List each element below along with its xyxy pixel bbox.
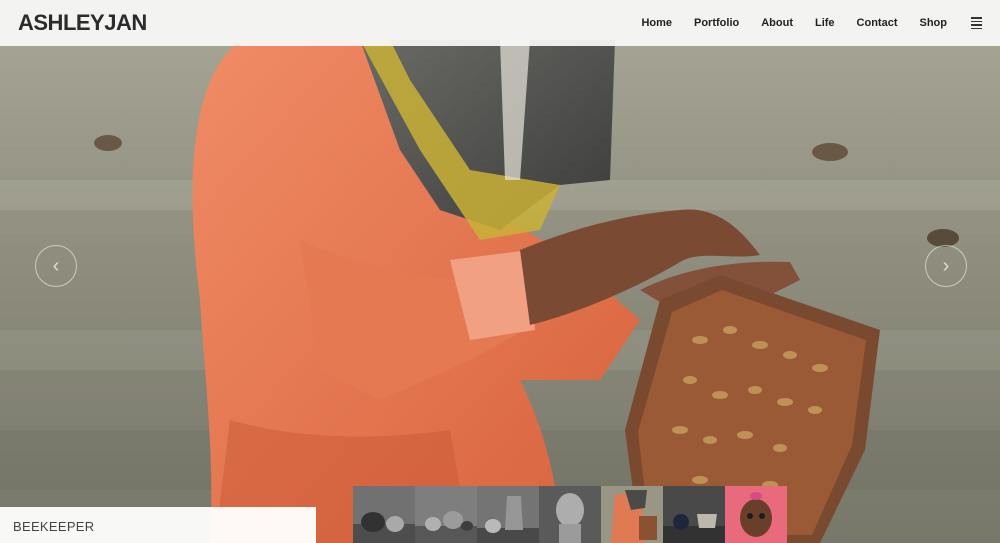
main-nav: Home Portfolio About Life Contact Shop (619, 17, 982, 29)
nav-item-contact[interactable]: Contact (857, 17, 898, 29)
thumbnail-still-life-cup[interactable] (663, 486, 725, 543)
thumbnail-still-life-jug[interactable] (477, 486, 539, 543)
nav-item-home[interactable]: Home (641, 17, 672, 29)
hamburger-icon[interactable] (971, 17, 982, 29)
thumbnail-classical-bust[interactable] (539, 486, 601, 543)
thumbnail-strip (353, 486, 787, 543)
chevron-right-icon[interactable]: › (925, 245, 967, 287)
nav-item-shop[interactable]: Shop (920, 17, 948, 29)
thumbnail-child-portrait[interactable] (725, 486, 787, 543)
thumbnail-still-life-fruit[interactable] (415, 486, 477, 543)
site-header: ASHLEYJAN Home Portfolio About Life Cont… (0, 0, 1000, 46)
nav-item-about[interactable]: About (761, 17, 793, 29)
chevron-left-icon[interactable]: ‹ (35, 245, 77, 287)
slide-caption: BEEKEEPER (0, 507, 316, 543)
thumbnail-beekeeper[interactable] (601, 486, 663, 543)
nav-item-life[interactable]: Life (815, 17, 835, 29)
hero-slide-image (0, 0, 1000, 543)
site-logo[interactable]: ASHLEYJAN (18, 10, 147, 36)
nav-item-portfolio[interactable]: Portfolio (694, 17, 739, 29)
thumbnail-still-life-pumpkin[interactable] (353, 486, 415, 543)
